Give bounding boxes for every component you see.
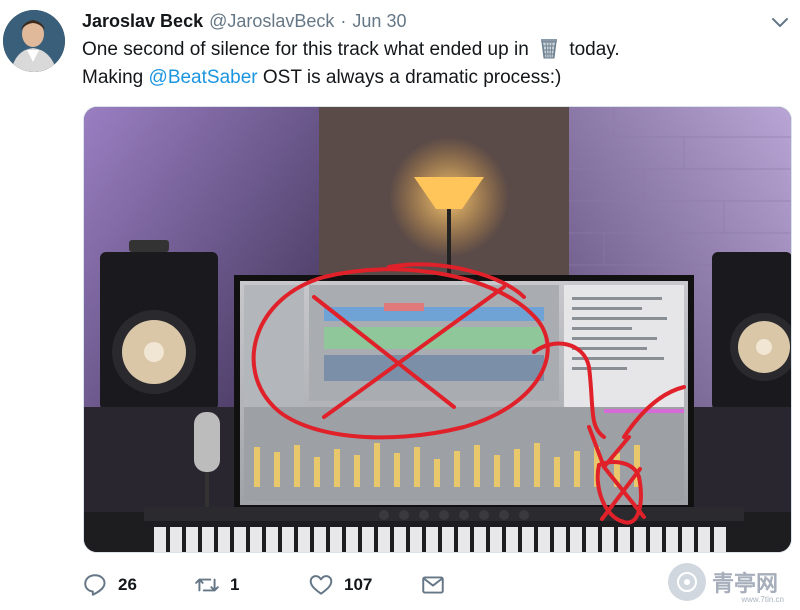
retweet-icon <box>195 578 219 592</box>
retweet-count: 1 <box>230 575 240 594</box>
tweet-text-part: today. <box>569 39 620 60</box>
retweet-button[interactable]: 1 <box>194 570 239 600</box>
chevron-down-icon <box>772 18 788 27</box>
avatar-photo <box>3 10 65 72</box>
studio-photo <box>84 107 791 552</box>
tweet-text-part: Making <box>82 67 144 88</box>
reply-count: 26 <box>118 575 137 594</box>
tweet-text-part: One second of silence for this track wha… <box>82 39 529 60</box>
direct-message-button[interactable] <box>420 570 446 600</box>
heart-icon <box>309 575 333 595</box>
tweet-text-line-2: Making @BeatSaber OST is always a dramat… <box>82 64 782 92</box>
watermark-logo-icon <box>668 563 706 601</box>
tweet-text-line-1: One second of silence for this track wha… <box>82 36 782 64</box>
like-button[interactable]: 107 <box>308 570 372 600</box>
header-separator: · <box>340 10 347 31</box>
tweet-text: One second of silence for this track wha… <box>82 36 782 92</box>
wastebasket-icon <box>538 37 560 59</box>
watermark-url: www.7tin.cn <box>741 595 784 604</box>
mention-link[interactable]: @BeatSaber <box>149 67 258 88</box>
tweet-text-part: OST is always a dramatic process:) <box>262 67 562 88</box>
tweet-actions: 26 1 107 <box>82 570 682 600</box>
watermark-text: 青亭网 <box>712 572 779 597</box>
tweet-header: Jaroslav Beck @JaroslavBeck · Jun 30 <box>82 10 406 32</box>
reply-icon <box>84 574 106 596</box>
watermark: 青亭网 www.7tin.cn <box>668 562 788 604</box>
author-avatar[interactable] <box>3 10 65 72</box>
tweet-media-photo[interactable] <box>83 106 792 553</box>
author-handle[interactable]: @JaroslavBeck <box>209 11 334 32</box>
tweet-menu-button[interactable] <box>770 14 790 32</box>
reply-button[interactable]: 26 <box>82 570 137 600</box>
like-count: 107 <box>344 575 373 594</box>
tweet-date[interactable]: Jun 30 <box>352 11 406 32</box>
envelope-icon <box>422 576 444 594</box>
author-name[interactable]: Jaroslav Beck <box>82 11 203 32</box>
